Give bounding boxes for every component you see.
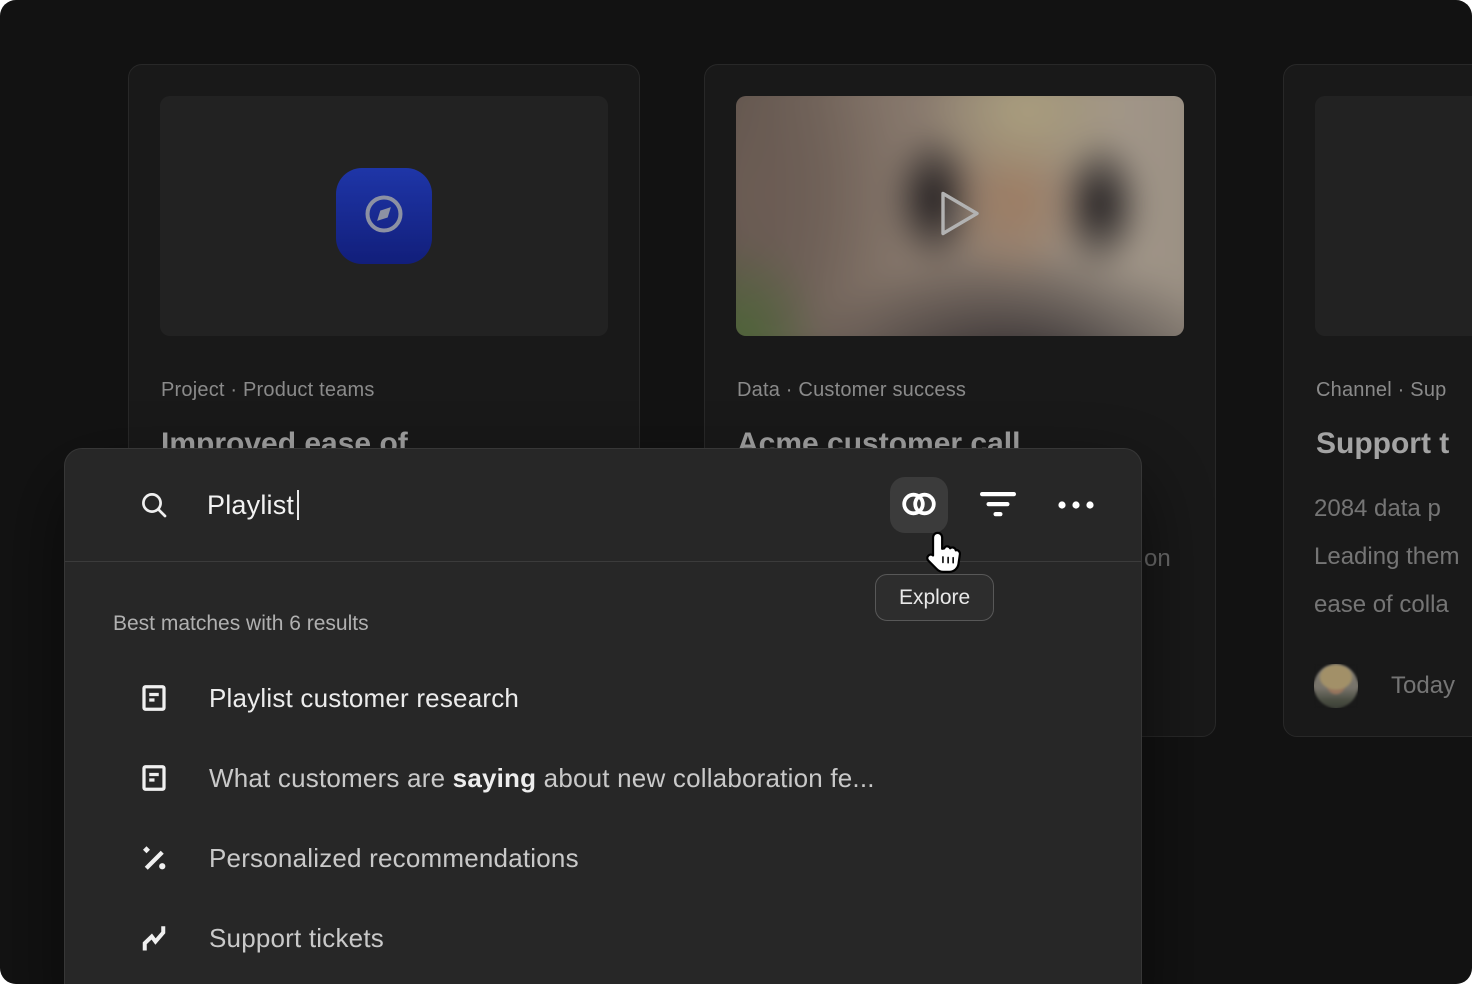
search-results: Best matches with 6 results Playlist cus… (65, 562, 1141, 978)
result-row[interactable]: Playlist customer research (65, 658, 1141, 738)
explore-circles-icon (902, 489, 936, 522)
search-bar: Playlist (65, 449, 1141, 561)
filter-icon (979, 491, 1017, 520)
result-row[interactable]: Personalized recommendations (65, 818, 1141, 898)
text-caret (297, 490, 299, 520)
explore-tooltip: Explore (875, 574, 994, 621)
result-title: Support tickets (209, 923, 384, 954)
result-row[interactable]: Support tickets (65, 898, 1141, 978)
filter-button[interactable] (979, 491, 1017, 520)
ellipsis-icon (1057, 498, 1095, 513)
search-input[interactable]: Playlist (207, 490, 890, 521)
app-window: Project · Product teams Improved ease of… (0, 0, 1472, 984)
sparkle-icon (139, 843, 169, 873)
search-query-text: Playlist (207, 490, 294, 521)
highlighted-term: saying (453, 763, 537, 793)
document-icon (139, 763, 169, 793)
result-title: What customers are saying about new coll… (209, 763, 875, 794)
more-options-button[interactable] (1057, 498, 1095, 513)
document-icon (139, 683, 169, 713)
trend-icon (139, 923, 169, 953)
result-row[interactable]: What customers are saying about new coll… (65, 738, 1141, 818)
result-title: Personalized recommendations (209, 843, 579, 874)
search-icon (139, 490, 169, 520)
search-panel: Playlist (64, 448, 1142, 984)
explore-button[interactable] (890, 477, 948, 533)
result-title: Playlist customer research (209, 683, 519, 714)
